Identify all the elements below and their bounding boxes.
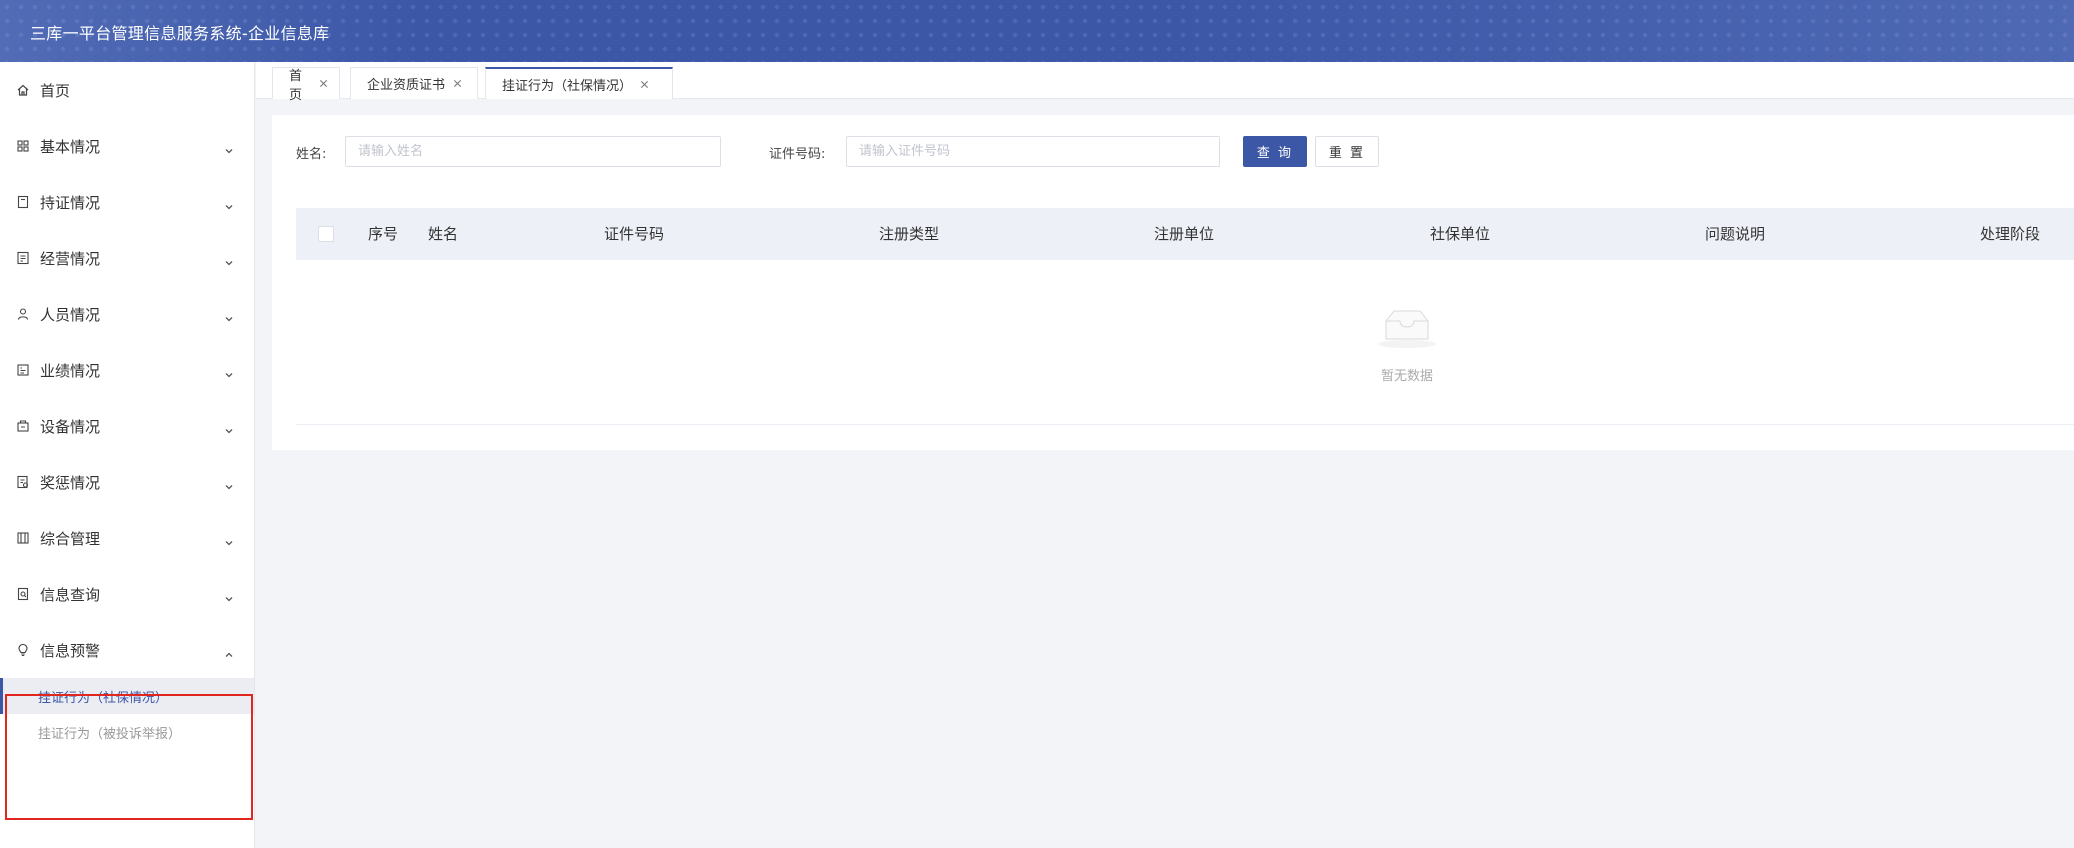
sidebar-item-label: 业绩情况 <box>40 361 101 380</box>
column-header: 处理阶段 <box>1980 225 2041 243</box>
chevron-down-icon <box>224 589 234 602</box>
award-icon <box>16 475 30 489</box>
chevron-down-icon <box>224 309 234 322</box>
table-body <box>296 260 2074 425</box>
column-header: 注册单位 <box>1154 225 1215 243</box>
sidebar-item-equipment[interactable]: 设备情况 <box>0 398 254 454</box>
tab-home[interactable]: 首页 <box>272 67 340 103</box>
column-header: 问题说明 <box>1705 225 1766 243</box>
tab-label: 首页 <box>289 68 303 103</box>
column-header: 社保单位 <box>1430 225 1491 243</box>
chevron-down-icon <box>224 141 234 154</box>
close-icon[interactable] <box>451 78 463 90</box>
chevron-down-icon <box>224 421 234 434</box>
name-input[interactable] <box>345 136 721 167</box>
sidebar-item-query[interactable]: 信息查询 <box>0 566 254 622</box>
home-icon <box>16 83 30 97</box>
sidebar-item-warning[interactable]: 信息预警 <box>0 622 254 678</box>
app-title: 三库一平台管理信息服务系统-企业信息库 <box>30 24 330 43</box>
chevron-up-icon <box>224 645 234 657</box>
id-label: 证件号码: <box>769 147 826 162</box>
sidebar-item-label: 持证情况 <box>40 193 101 212</box>
close-icon[interactable] <box>638 78 650 90</box>
empty-inbox-icon <box>1378 310 1436 348</box>
sidebar-item-label: 综合管理 <box>40 529 101 548</box>
sidebar-item-basic[interactable]: 基本情况 <box>0 118 254 174</box>
sidebar-item-label: 信息查询 <box>40 585 101 604</box>
tab-qualification[interactable]: 企业资质证书 <box>350 67 478 99</box>
table-header: 序号 姓名 证件号码 注册类型 注册单位 社保单位 问题说明 处理阶段 <box>296 208 2074 260</box>
chevron-down-icon <box>224 253 234 266</box>
tab-bar: 首页 企业资质证书 挂证行为（社保情况） <box>256 62 2074 103</box>
user-icon <box>16 307 30 321</box>
app-header: 三库一平台管理信息服务系统-企业信息库 <box>0 0 2074 62</box>
empty-text: 暂无数据 <box>1380 369 1434 384</box>
chevron-down-icon <box>224 533 234 546</box>
sidebar-item-label: 奖惩情况 <box>40 473 101 492</box>
reset-button[interactable]: 重 置 <box>1315 136 1379 167</box>
column-header: 序号 <box>368 225 399 243</box>
column-header: 姓名 <box>428 225 459 243</box>
submenu-item-social-security[interactable]: 挂证行为（社保情况） <box>0 678 254 714</box>
bulb-icon <box>16 643 30 657</box>
column-header: 证件号码 <box>604 225 665 243</box>
sidebar-item-label: 首页 <box>40 81 71 100</box>
chevron-down-icon <box>224 477 234 490</box>
sidebar-item-label: 基本情况 <box>40 137 101 156</box>
submenu-item-complaints[interactable]: 挂证行为（被投诉举报） <box>0 714 254 750</box>
content-panel: 姓名: 证件号码: 查 询 重 置 序号 姓名 证件号码 注册类型 注册单位 社… <box>272 115 2074 450</box>
tab-label: 挂证行为（社保情况） <box>502 78 633 94</box>
sidebar-item-performance[interactable]: 业绩情况 <box>0 342 254 398</box>
query-button[interactable]: 查 询 <box>1243 136 1307 167</box>
id-number-input[interactable] <box>846 136 1220 167</box>
column-header: 注册类型 <box>879 225 940 243</box>
manage-icon <box>16 531 30 545</box>
equipment-icon <box>16 419 30 433</box>
chevron-down-icon <box>224 197 234 210</box>
sidebar-item-label: 信息预警 <box>40 641 101 660</box>
sidebar-item-awards[interactable]: 奖惩情况 <box>0 454 254 510</box>
query-icon <box>16 587 30 601</box>
sidebar-item-label: 设备情况 <box>40 417 101 436</box>
close-icon[interactable] <box>318 78 329 90</box>
business-icon <box>16 251 30 265</box>
sidebar-item-business[interactable]: 经营情况 <box>0 230 254 286</box>
sidebar-item-home[interactable]: 首页 <box>0 62 254 118</box>
chevron-down-icon <box>224 365 234 378</box>
chart-icon <box>16 363 30 377</box>
sidebar-item-label: 经营情况 <box>40 249 101 268</box>
grid-icon <box>16 139 30 153</box>
name-label: 姓名: <box>296 147 327 162</box>
select-all-checkbox[interactable] <box>318 226 334 242</box>
tab-label: 企业资质证书 <box>367 78 446 93</box>
sidebar: 首页 基本情况 持证情况 经营情况 人员情况 业绩情况 设备情况 奖惩情况 综合… <box>0 62 255 848</box>
sidebar-item-certificates[interactable]: 持证情况 <box>0 174 254 230</box>
sidebar-item-management[interactable]: 综合管理 <box>0 510 254 566</box>
certificate-icon <box>16 195 30 209</box>
tab-social-security[interactable]: 挂证行为（社保情况） <box>485 67 673 99</box>
sidebar-item-personnel[interactable]: 人员情况 <box>0 286 254 342</box>
sidebar-item-label: 人员情况 <box>40 305 101 324</box>
